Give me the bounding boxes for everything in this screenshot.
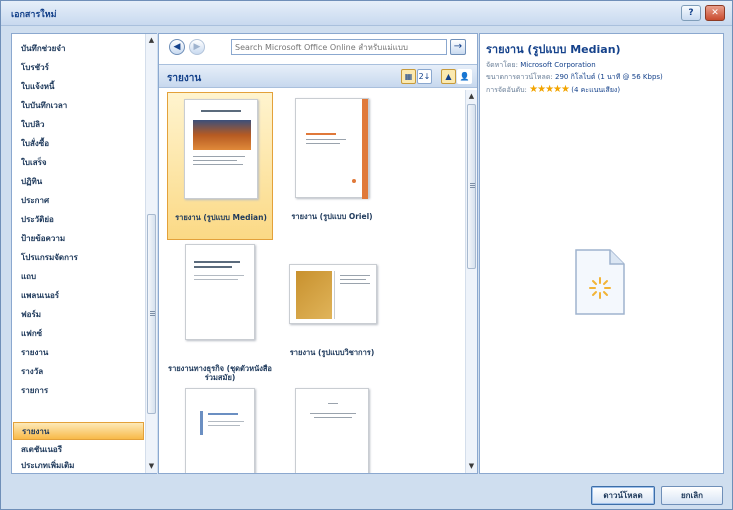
preview-pane: รายงาน (รูปแบบ Median) จัดหาโดย: Microso… xyxy=(479,33,724,474)
rating-stars-icon: ★★★★★ xyxy=(529,84,570,95)
template-label: รายงานทางธุรกิจ (ชุดตัวหนังสือร่วมสมัย) xyxy=(168,364,272,382)
category-item[interactable]: โปรแกรมจัดการ xyxy=(13,249,144,267)
category-item[interactable]: ฟอร์ม xyxy=(13,306,144,324)
navigation-strip: ◀ ▶ → xyxy=(159,34,477,60)
sort-icon[interactable]: 2↓ xyxy=(417,69,432,84)
document-preview-icon xyxy=(295,388,369,473)
category-item[interactable]: ใบสั่งซื้อ xyxy=(13,135,144,153)
size-label: ขนาดการดาวน์โหลด: xyxy=(486,73,553,81)
search-go-icon[interactable]: → xyxy=(450,39,466,55)
category-scrollbar[interactable]: ▲ ▼ xyxy=(145,34,157,473)
scroll-down-icon[interactable]: ▼ xyxy=(146,460,157,472)
provider-line: จัดหาโดย: Microsoft Corporation xyxy=(486,60,596,71)
template-thumb-6[interactable] xyxy=(279,388,385,473)
category-item[interactable]: ประเภทเพิ่มเติม xyxy=(13,457,144,475)
size-line: ขนาดการดาวน์โหลด: 290 กิโลไบต์ (1 นาที @… xyxy=(486,72,663,83)
document-preview-icon xyxy=(289,264,377,324)
category-item[interactable]: ประวัติย่อ xyxy=(13,211,144,229)
forward-arrow-icon[interactable]: ▶ xyxy=(189,39,205,55)
cancel-button[interactable]: ยกเลิก xyxy=(661,486,723,505)
category-item[interactable]: ใบแจ้งหนี้ xyxy=(13,78,144,96)
category-list: บันทึกช่วยจำ โบรชัวร์ ใบแจ้งหนี้ ใบบันทึ… xyxy=(12,34,145,473)
close-button[interactable]: ✕ xyxy=(705,5,725,21)
section-header: รายงาน ▦ 2↓ ▲ 👤 xyxy=(159,64,477,88)
template-label: รายงาน (รูปแบบ Oriel) xyxy=(291,212,373,221)
category-item[interactable]: รายงาน xyxy=(13,344,144,362)
template-thumb-oriel[interactable]: รายงาน (รูปแบบ Oriel) xyxy=(279,92,385,240)
section-title: รายงาน xyxy=(167,73,202,84)
download-size: 290 กิโลไบต์ (1 นาที @ 56 Kbps) xyxy=(554,73,663,81)
template-thumb-5[interactable] xyxy=(167,388,273,473)
preview-title: รายงาน (รูปแบบ Median) xyxy=(486,43,621,56)
rating-filter-icon[interactable]: ▲ xyxy=(441,69,456,84)
document-preview-icon xyxy=(184,99,258,199)
scroll-up-icon[interactable]: ▲ xyxy=(146,34,157,46)
document-preview-icon xyxy=(185,244,255,340)
category-item[interactable]: ใบบันทึกเวลา xyxy=(13,97,144,115)
category-item[interactable]: ใบปลิว xyxy=(13,116,144,134)
search-input[interactable] xyxy=(231,39,447,55)
new-document-dialog: เอกสารใหม่ ? ✕ บันทึกช่วยจำ โบรชัวร์ ใบแ… xyxy=(0,0,733,510)
dialog-title: เอกสารใหม่ xyxy=(11,10,57,20)
scroll-up-icon[interactable]: ▲ xyxy=(466,90,477,102)
large-icons-view-icon[interactable]: ▦ xyxy=(401,69,416,84)
template-pane: ◀ ▶ → รายงาน ▦ 2↓ ▲ 👤 รายงาน (รูป xyxy=(158,33,478,474)
scroll-thumb[interactable] xyxy=(147,214,156,414)
category-item[interactable]: ใบเสร็จ xyxy=(13,154,144,172)
template-grid: รายงาน (รูปแบบ Median) รายงาน (รูปแบบ Or… xyxy=(159,90,465,473)
template-label: รายงาน (รูปแบบ Median) xyxy=(175,213,267,222)
scroll-thumb[interactable] xyxy=(467,104,476,269)
category-item[interactable]: แฟกซ์ xyxy=(13,325,144,343)
document-preview-icon xyxy=(185,388,255,473)
category-item[interactable]: ป้ายข้อความ xyxy=(13,230,144,248)
template-thumb-academic[interactable]: รายงาน (รูปแบบวิชาการ) xyxy=(279,242,385,388)
template-thumb-business[interactable]: รายงานทางธุรกิจ (ชุดตัวหนังสือร่วมสมัย) xyxy=(167,242,273,388)
rating-line: การจัดอันดับ: ★★★★★ (4 คะแนนเสียง) xyxy=(486,84,620,96)
category-item-selected[interactable]: รายงาน xyxy=(13,422,144,440)
category-pane: บันทึกช่วยจำ โบรชัวร์ ใบแจ้งหนี้ ใบบันทึ… xyxy=(11,33,157,474)
provider-name: Microsoft Corporation xyxy=(520,61,596,69)
help-button[interactable]: ? xyxy=(681,5,701,21)
template-label: รายงาน (รูปแบบวิชาการ) xyxy=(289,348,375,357)
template-scrollbar[interactable]: ▲ ▼ xyxy=(465,90,477,473)
category-item[interactable]: ปฏิทิน xyxy=(13,173,144,191)
category-item[interactable]: บันทึกช่วยจำ xyxy=(13,40,144,58)
category-item[interactable]: รางวัล xyxy=(13,363,144,381)
category-item[interactable]: แพลนเนอร์ xyxy=(13,287,144,305)
provider-label: จัดหาโดย: xyxy=(486,61,518,69)
scroll-down-icon[interactable]: ▼ xyxy=(466,460,477,472)
category-item[interactable]: ประกาศ xyxy=(13,192,144,210)
title-bar: เอกสารใหม่ ? ✕ xyxy=(1,1,732,26)
user-icon[interactable]: 👤 xyxy=(457,69,472,84)
category-item[interactable]: รายการ xyxy=(13,382,144,400)
document-preview-icon xyxy=(295,98,369,199)
document-loading-icon xyxy=(575,249,625,315)
template-thumb-median[interactable]: รายงาน (รูปแบบ Median) xyxy=(167,92,273,240)
category-item[interactable]: แถบ xyxy=(13,268,144,286)
rating-label: การจัดอันดับ: xyxy=(486,86,527,94)
download-button[interactable]: ดาวน์โหลด xyxy=(591,486,655,505)
vote-count: (4 คะแนนเสียง) xyxy=(571,86,621,94)
back-arrow-icon[interactable]: ◀ xyxy=(169,39,185,55)
category-item[interactable]: โบรชัวร์ xyxy=(13,59,144,77)
